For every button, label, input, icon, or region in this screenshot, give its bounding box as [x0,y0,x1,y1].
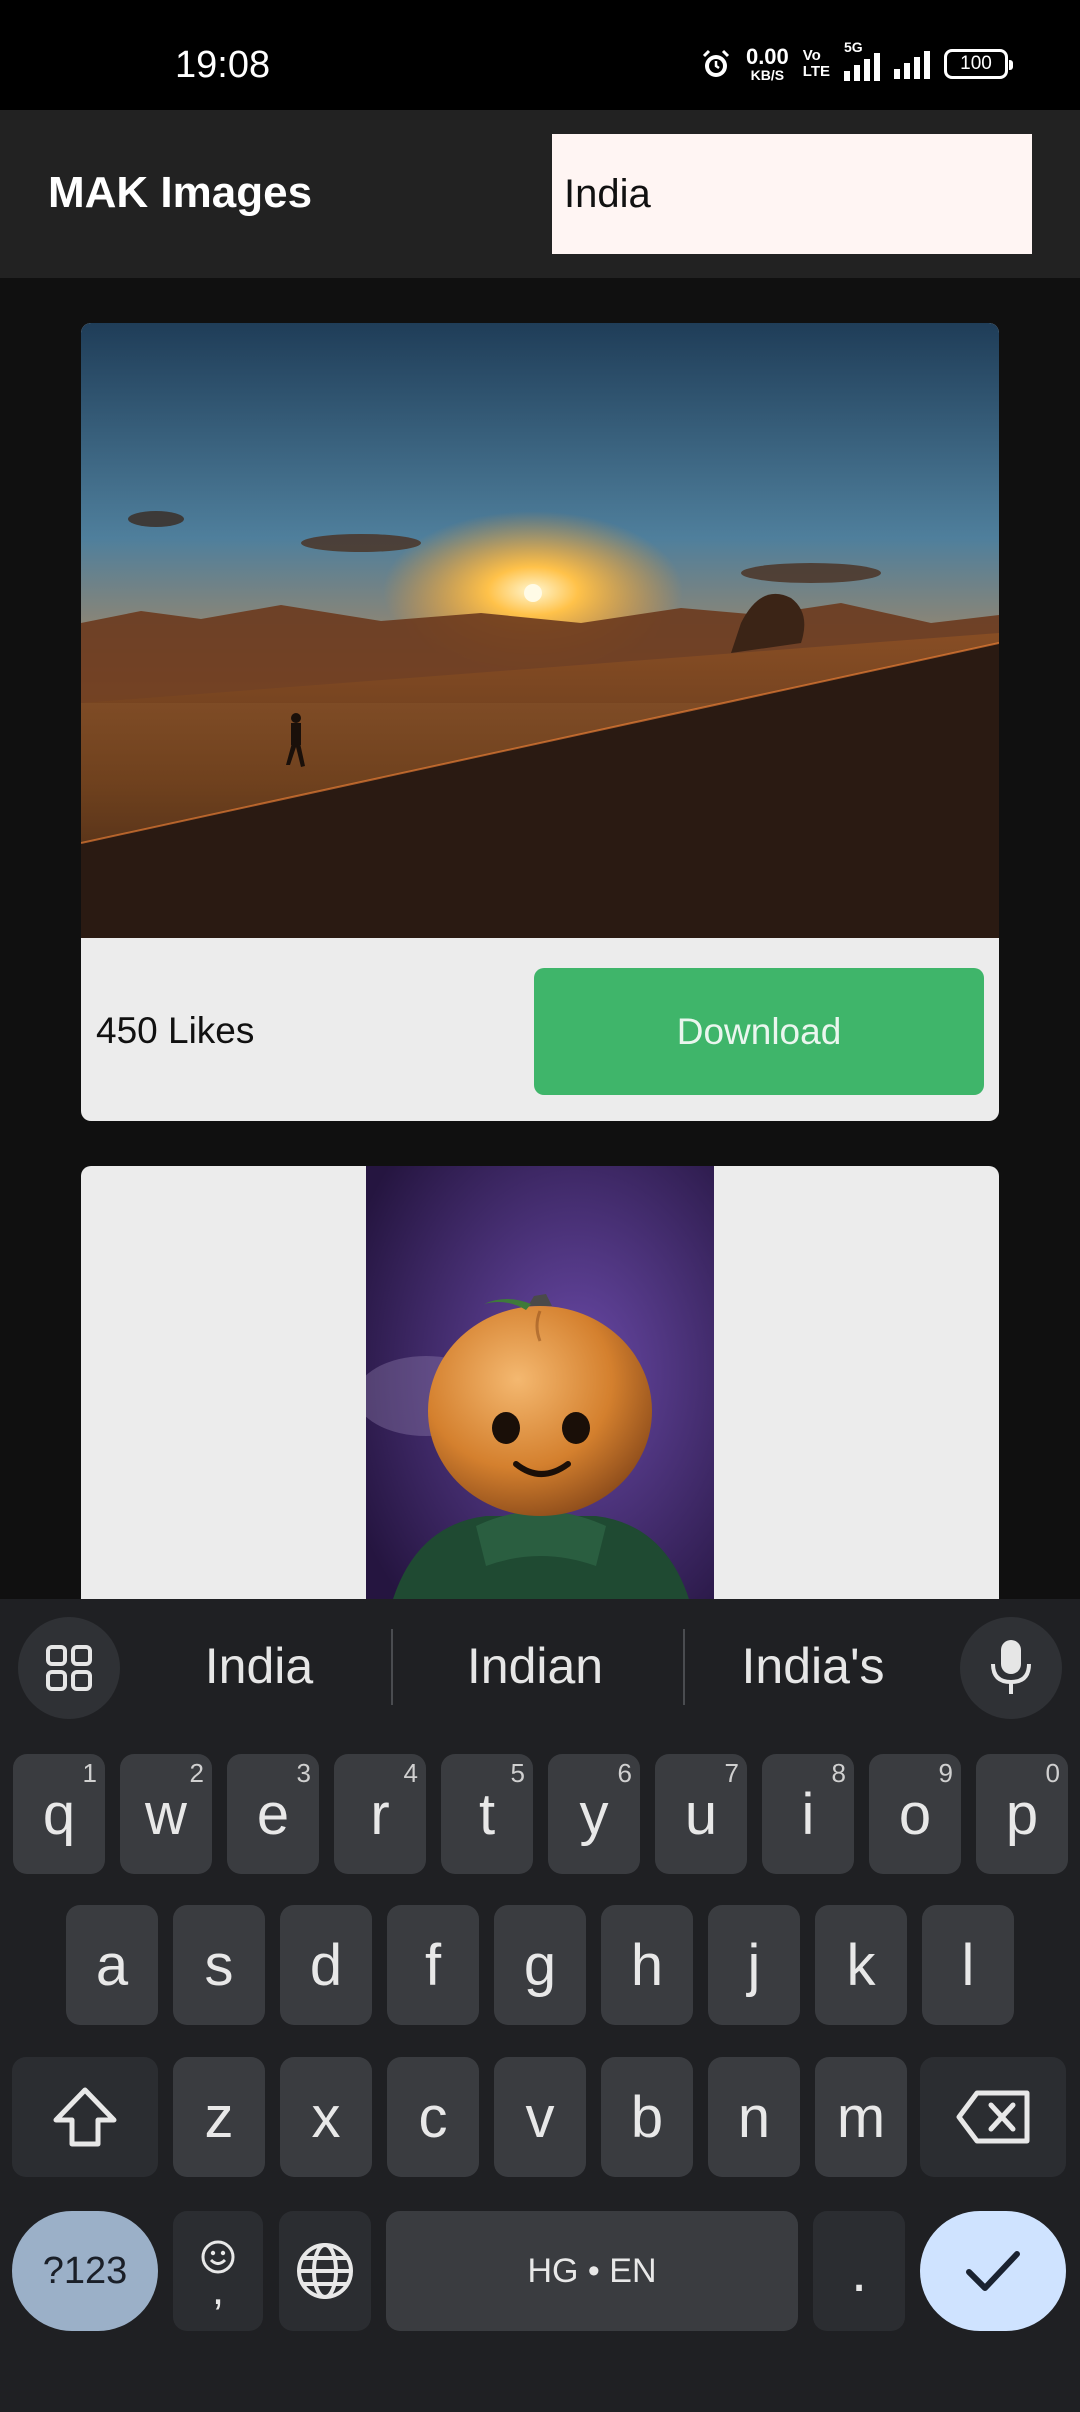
image-card: 450 Likes Download [81,323,999,1121]
key-l[interactable]: l [922,1905,1014,2025]
status-bar: 19:08 0.00 KB/S Vo LTE 5G 100 [0,0,1080,110]
network-speed-value: 0.00 [745,44,789,69]
backspace-icon [956,2090,1030,2144]
key-label: t [478,1781,496,1847]
check-icon [966,2251,1020,2291]
comma-label: , [211,2264,225,2314]
network-speed: 0.00 KB/S [745,44,789,83]
key-hint: 0 [1045,1758,1060,1788]
period-key[interactable]: . [813,2211,905,2331]
suggestion-1[interactable]: India [129,1637,389,1695]
keyboard: India Indian India's ?123 , HG • EN . q … [0,1599,1080,2412]
network-type-label: 5G [844,39,863,55]
key-e[interactable]: e3 [227,1754,319,1874]
signal-5g-icon: 5G [844,39,880,81]
key-hint: 4 [403,1758,418,1788]
key-label: w [145,1781,187,1847]
key-h[interactable]: h [601,1905,693,2025]
key-hint: 8 [831,1758,846,1788]
suggestion-bar: India Indian India's [0,1599,1080,1735]
key-label: u [684,1781,718,1847]
suggestion-2[interactable]: Indian [405,1637,665,1695]
key-label: y [579,1781,609,1847]
key-q[interactable]: q1 [13,1754,105,1874]
emoji-comma-key[interactable]: , [173,2211,263,2331]
key-c[interactable]: c [387,2057,479,2177]
key-w[interactable]: w2 [120,1754,212,1874]
key-b[interactable]: b [601,2057,693,2177]
key-n[interactable]: n [708,2057,800,2177]
key-m[interactable]: m [815,2057,907,2177]
volte-indicator: Vo LTE [803,48,830,80]
key-p[interactable]: p0 [976,1754,1068,1874]
key-z[interactable]: z [173,2057,265,2177]
key-v[interactable]: v [494,2057,586,2177]
key-a[interactable]: a [66,1905,158,2025]
enter-key[interactable] [920,2211,1066,2331]
key-label: i [801,1781,815,1847]
shift-key[interactable] [12,2057,158,2177]
key-k[interactable]: k [815,1905,907,2025]
suggestion-divider [391,1629,393,1705]
network-speed-unit: KB/S [750,67,785,83]
voice-input-button[interactable] [960,1617,1062,1719]
symbols-key[interactable]: ?123 [12,2211,158,2331]
key-label: e [256,1781,290,1847]
globe-icon [297,2243,353,2299]
key-hint: 2 [189,1758,204,1788]
key-hint: 1 [82,1758,97,1788]
pumpkin-head-image[interactable] [366,1166,714,1626]
likes-count: 450 Likes [96,1010,255,1051]
status-time: 19:08 [175,44,271,86]
key-f[interactable]: f [387,1905,479,2025]
key-hint: 9 [938,1758,953,1788]
microphone-icon [991,1640,1031,1694]
suggestion-3[interactable]: India's [683,1637,943,1695]
key-r[interactable]: r4 [334,1754,426,1874]
key-hint: 7 [724,1758,739,1788]
key-o[interactable]: o9 [869,1754,961,1874]
key-hint: 6 [617,1758,632,1788]
key-s[interactable]: s [173,1905,265,2025]
key-g[interactable]: g [494,1905,586,2025]
key-hint: 5 [510,1758,525,1788]
key-y[interactable]: y6 [548,1754,640,1874]
app-bar: MAK Images [0,110,1080,278]
key-i[interactable]: i8 [762,1754,854,1874]
signal-strength-icon [894,49,930,79]
shift-icon [53,2087,117,2147]
key-label: q [42,1781,76,1847]
app-title: MAK Images [48,168,313,217]
backspace-key[interactable] [920,2057,1066,2177]
language-key[interactable] [279,2211,371,2331]
apps-grid-button[interactable] [18,1617,120,1719]
key-label: o [898,1781,932,1847]
key-t[interactable]: t5 [441,1754,533,1874]
key-label: p [1005,1781,1039,1847]
image-card [81,1166,999,1626]
volte-bottom: LTE [802,63,830,80]
battery-icon: 100 [944,49,1013,79]
key-u[interactable]: u7 [655,1754,747,1874]
alarm-icon [702,49,730,77]
key-hint: 3 [296,1758,311,1788]
download-button[interactable]: Download [534,968,984,1095]
key-label: r [370,1781,390,1847]
key-x[interactable]: x [280,2057,372,2177]
volte-top: Vo [802,47,821,65]
desert-sunset-image[interactable] [81,323,999,938]
status-icons: 0.00 KB/S Vo LTE 5G 100 [700,39,1013,83]
search-input[interactable] [552,134,1032,254]
grid-icon [46,1645,92,1691]
card-footer: 450 Likes Download [81,938,999,1121]
key-d[interactable]: d [280,1905,372,2025]
key-j[interactable]: j [708,1905,800,2025]
space-key[interactable]: HG • EN [386,2211,798,2331]
